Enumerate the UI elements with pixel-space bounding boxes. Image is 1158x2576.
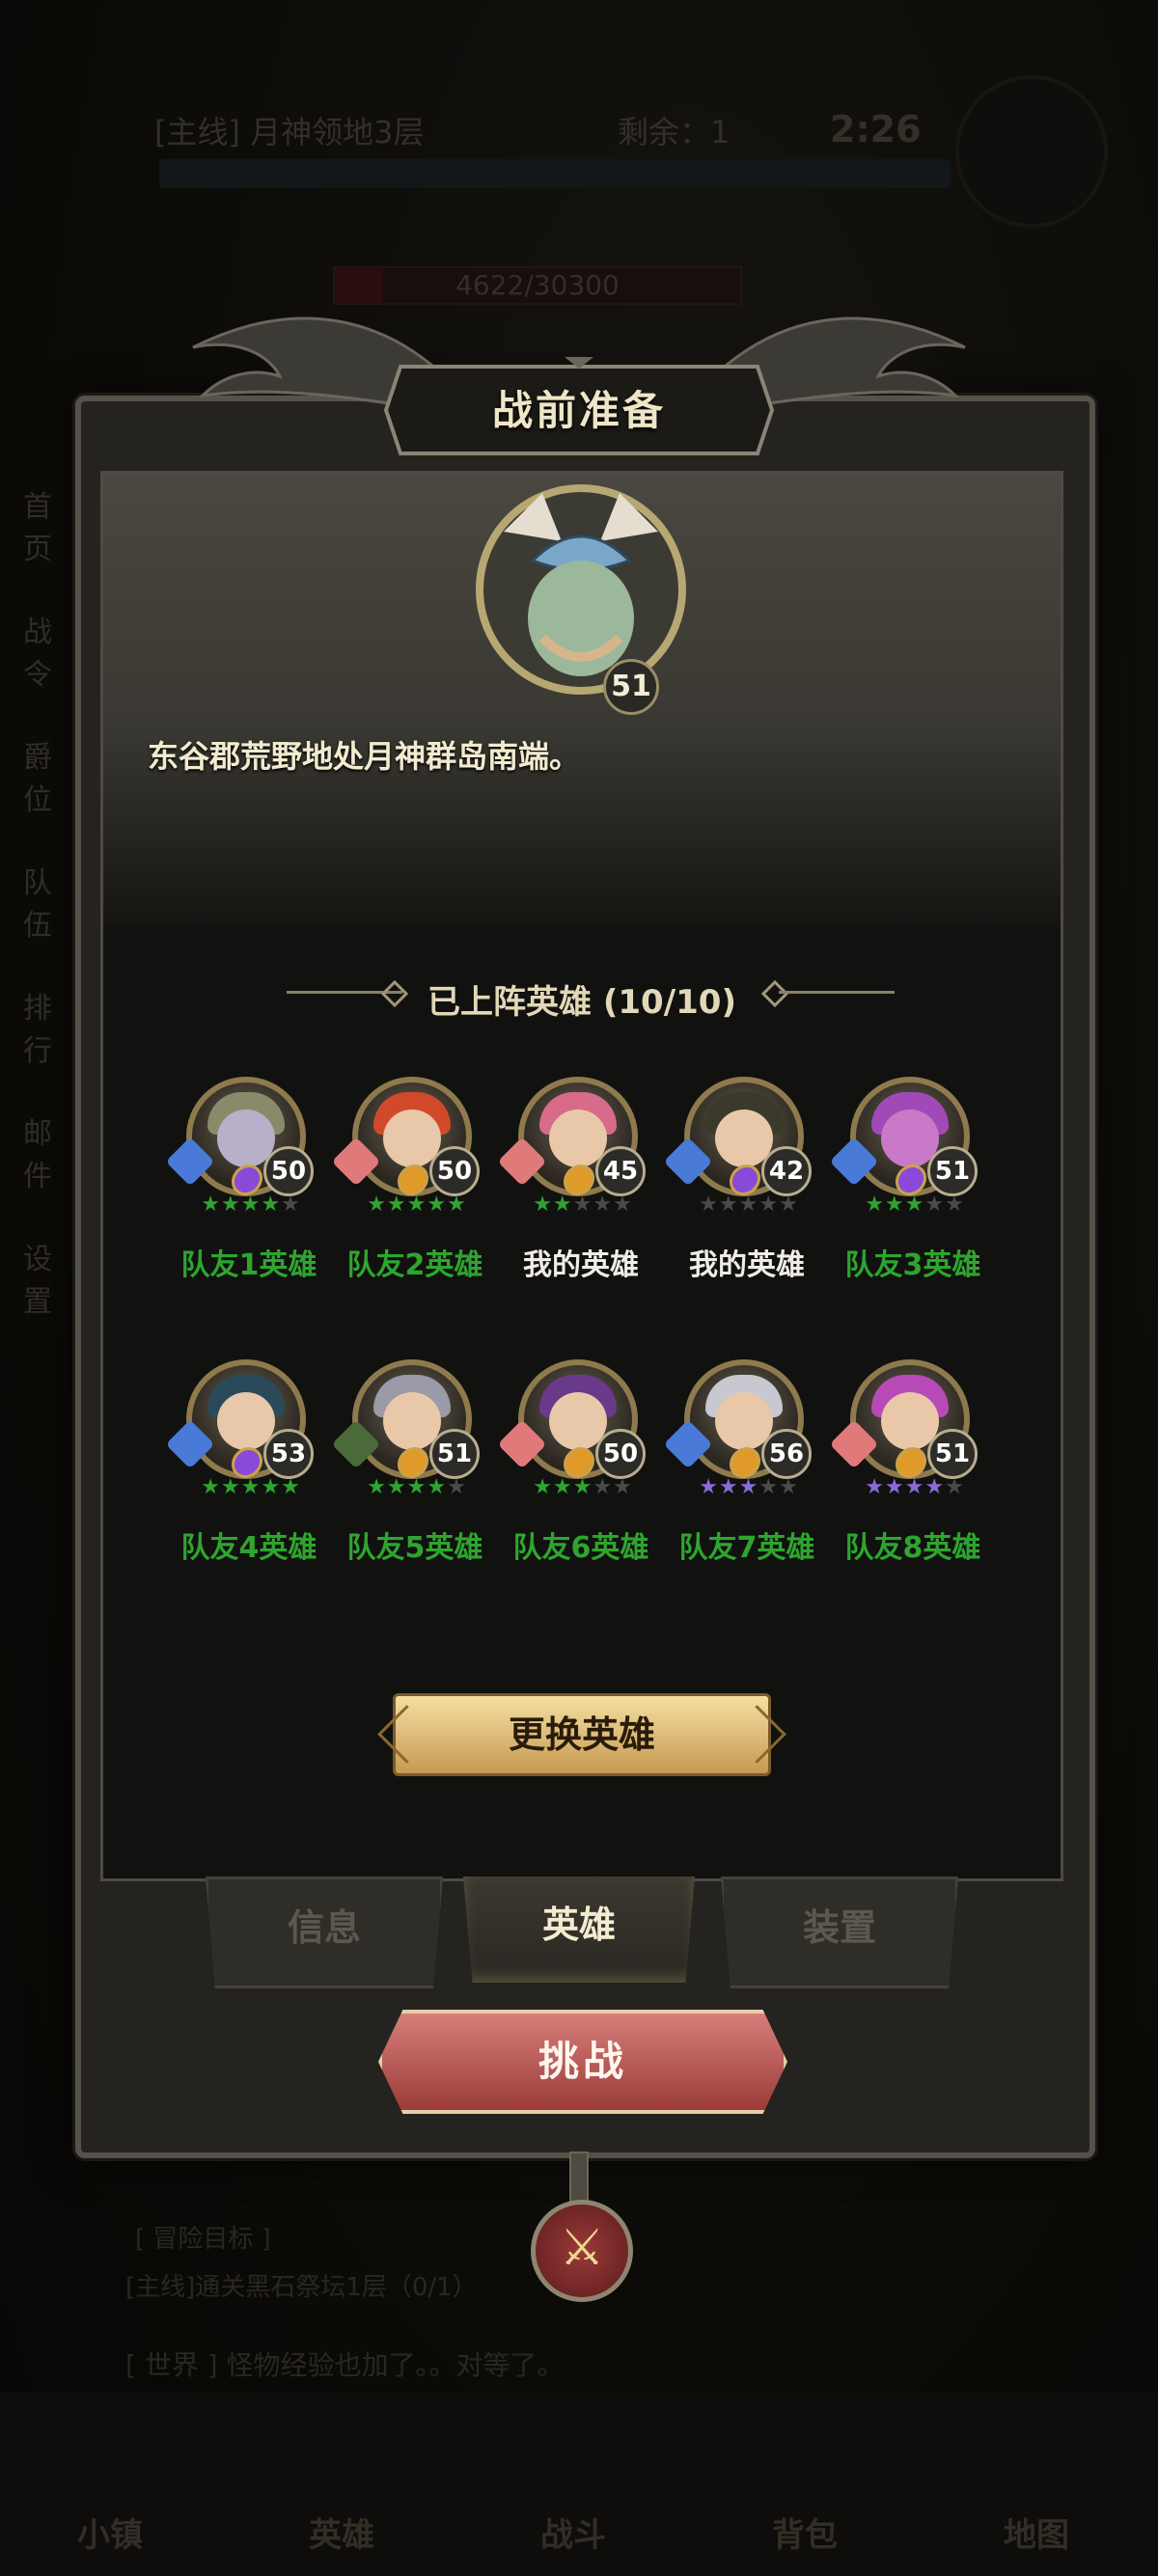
- hero-slot-1[interactable]: 50 ★★★★★ 队友1英雄: [165, 1077, 331, 1299]
- hero-stars: ★★★★★: [533, 1475, 633, 1499]
- hero-slot-9[interactable]: 56 ★★★★★ 队友7英雄: [663, 1359, 829, 1581]
- hero-level-badge: 51: [927, 1146, 978, 1196]
- hero-slot-3[interactable]: 45 ★★★★★ 我的英雄: [497, 1077, 663, 1299]
- boss-portrait: [476, 484, 686, 695]
- hero-level-badge: 42: [761, 1146, 812, 1196]
- hero-slot-6[interactable]: 53 ★★★★★ 队友4英雄: [165, 1359, 331, 1581]
- location-description: 东谷郡荒野地处月神群岛南端。: [148, 738, 581, 775]
- hero-stars: ★★★★★: [533, 1192, 633, 1217]
- dialog-content: 51 东谷郡荒野地处月神群岛南端。 已上阵英雄 (10/10) 50 ★★★★★…: [100, 471, 1063, 1881]
- hero-stars: ★★★★★: [201, 1192, 301, 1217]
- hero-stars: ★★★★★: [367, 1475, 467, 1499]
- dialog-title: 战前准备: [491, 387, 666, 434]
- hero-stars: ★★★★★: [699, 1192, 799, 1217]
- boss-level-badge: 51: [603, 659, 659, 715]
- hero-name: 队友5英雄: [346, 1531, 483, 1565]
- hero-slot-4[interactable]: 42 ★★★★★ 我的英雄: [663, 1077, 829, 1299]
- hero-level-badge: 51: [927, 1429, 978, 1479]
- hero-level-badge: 56: [761, 1429, 812, 1479]
- challenge-button[interactable]: 挑战: [378, 2010, 787, 2114]
- hero-slot-5[interactable]: 51 ★★★★★ 队友3英雄: [829, 1077, 995, 1299]
- tab-info[interactable]: 信息: [206, 1877, 443, 1988]
- hero-slot-10[interactable]: 51 ★★★★★ 队友8英雄: [829, 1359, 995, 1581]
- hero-stars: ★★★★★: [865, 1475, 965, 1499]
- hero-name: 队友3英雄: [844, 1248, 981, 1282]
- hero-level-badge: 50: [429, 1146, 480, 1196]
- hero-level-badge: 50: [263, 1146, 314, 1196]
- crossed-swords-icon[interactable]: ⚔: [531, 2200, 633, 2302]
- hero-level-badge: 50: [595, 1429, 646, 1479]
- hero-name: 队友2英雄: [346, 1248, 483, 1282]
- hero-name: 我的英雄: [689, 1248, 805, 1282]
- hero-name: 队友1英雄: [180, 1248, 317, 1282]
- hero-slot-8[interactable]: 50 ★★★★★ 队友6英雄: [497, 1359, 663, 1581]
- location-scene: 51 东谷郡荒野地处月神群岛南端。: [103, 474, 1061, 927]
- hero-stars: ★★★★★: [367, 1192, 467, 1217]
- hero-stars: ★★★★★: [865, 1192, 965, 1217]
- tab-heroes[interactable]: 英雄: [463, 1877, 695, 1983]
- hero-name: 队友7英雄: [678, 1531, 815, 1565]
- swap-heroes-button[interactable]: 更换英雄: [393, 1693, 771, 1776]
- hero-level-badge: 51: [429, 1429, 480, 1479]
- tab-device[interactable]: 装置: [721, 1877, 958, 1988]
- hero-level-badge: 45: [595, 1146, 646, 1196]
- deployed-heroes-title: 已上阵英雄 (10/10): [427, 983, 736, 1022]
- hero-name: 队友6英雄: [512, 1531, 649, 1565]
- hero-slot-2[interactable]: 50 ★★★★★ 队友2英雄: [331, 1077, 497, 1299]
- hero-level-badge: 53: [263, 1429, 314, 1479]
- hero-name: 我的英雄: [523, 1248, 639, 1282]
- hero-name: 队友4英雄: [180, 1531, 317, 1565]
- hero-stars: ★★★★★: [201, 1475, 301, 1499]
- hero-name: 队友8英雄: [844, 1531, 981, 1565]
- hero-slot-7[interactable]: 51 ★★★★★ 队友5英雄: [331, 1359, 497, 1581]
- hero-stars: ★★★★★: [699, 1475, 799, 1499]
